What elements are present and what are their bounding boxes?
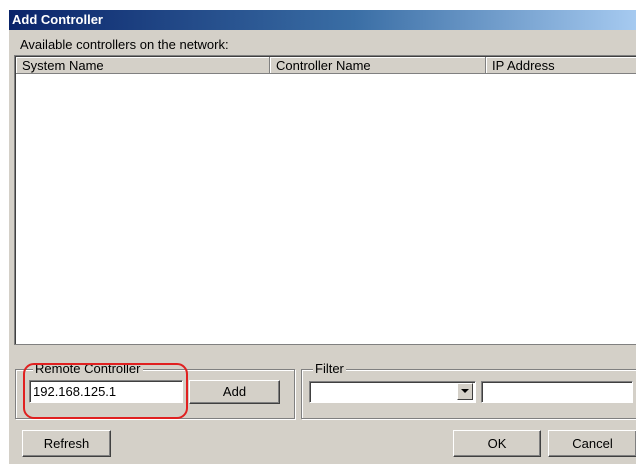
title-bar[interactable]: Add Controller [9, 10, 636, 30]
filter-dropdown-value [310, 385, 313, 400]
list-header: System Name Controller Name IP Address [16, 57, 636, 75]
controllers-list[interactable]: System Name Controller Name IP Address [14, 55, 636, 345]
refresh-button[interactable]: Refresh [22, 430, 111, 457]
chevron-down-icon[interactable] [457, 383, 473, 400]
available-controllers-label: Available controllers on the network: [20, 37, 229, 52]
filter-dropdown[interactable] [309, 381, 476, 403]
column-controller-name[interactable]: Controller Name [270, 57, 486, 74]
add-button[interactable]: Add [189, 380, 280, 404]
cancel-button[interactable]: Cancel [548, 430, 636, 457]
column-ip-address[interactable]: IP Address [486, 57, 636, 74]
annotation-highlight [23, 363, 188, 419]
filter-text-input[interactable] [481, 381, 633, 403]
ok-button[interactable]: OK [453, 430, 541, 457]
column-system-name[interactable]: System Name [16, 57, 270, 74]
filter-label: Filter [313, 361, 346, 376]
dialog-title: Add Controller [12, 12, 103, 27]
